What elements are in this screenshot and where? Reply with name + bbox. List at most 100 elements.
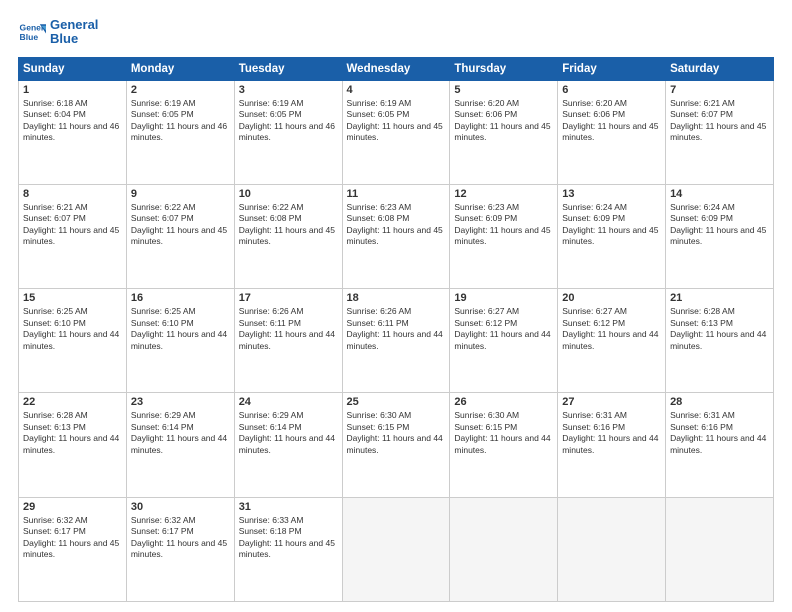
empty-cell bbox=[450, 497, 558, 601]
day-cell-18: 18 Sunrise: 6:26 AM Sunset: 6:11 PM Dayl… bbox=[342, 289, 450, 393]
day-number: 15 bbox=[23, 292, 122, 304]
day-info: Sunrise: 6:28 AM Sunset: 6:13 PM Dayligh… bbox=[23, 410, 122, 456]
header: General Blue General Blue bbox=[18, 18, 774, 47]
page: General Blue General Blue Sunday Monday … bbox=[0, 0, 792, 612]
day-number: 16 bbox=[131, 292, 230, 304]
day-cell-7: 7 Sunrise: 6:21 AM Sunset: 6:07 PM Dayli… bbox=[666, 80, 774, 184]
day-cell-24: 24 Sunrise: 6:29 AM Sunset: 6:14 PM Dayl… bbox=[234, 393, 342, 497]
day-number: 18 bbox=[347, 292, 446, 304]
day-cell-9: 9 Sunrise: 6:22 AM Sunset: 6:07 PM Dayli… bbox=[126, 184, 234, 288]
day-number: 10 bbox=[239, 188, 338, 200]
day-number: 31 bbox=[239, 501, 338, 513]
logo-icon: General Blue bbox=[18, 18, 46, 46]
calendar-row: 15 Sunrise: 6:25 AM Sunset: 6:10 PM Dayl… bbox=[19, 289, 774, 393]
day-cell-11: 11 Sunrise: 6:23 AM Sunset: 6:08 PM Dayl… bbox=[342, 184, 450, 288]
day-info: Sunrise: 6:23 AM Sunset: 6:08 PM Dayligh… bbox=[347, 202, 446, 248]
day-cell-2: 2 Sunrise: 6:19 AM Sunset: 6:05 PM Dayli… bbox=[126, 80, 234, 184]
day-info: Sunrise: 6:18 AM Sunset: 6:04 PM Dayligh… bbox=[23, 98, 122, 144]
day-number: 4 bbox=[347, 84, 446, 96]
day-info: Sunrise: 6:24 AM Sunset: 6:09 PM Dayligh… bbox=[670, 202, 769, 248]
day-info: Sunrise: 6:20 AM Sunset: 6:06 PM Dayligh… bbox=[454, 98, 553, 144]
day-info: Sunrise: 6:32 AM Sunset: 6:17 PM Dayligh… bbox=[131, 515, 230, 561]
empty-cell bbox=[342, 497, 450, 601]
day-number: 19 bbox=[454, 292, 553, 304]
day-cell-31: 31 Sunrise: 6:33 AM Sunset: 6:18 PM Dayl… bbox=[234, 497, 342, 601]
day-number: 30 bbox=[131, 501, 230, 513]
day-info: Sunrise: 6:19 AM Sunset: 6:05 PM Dayligh… bbox=[131, 98, 230, 144]
day-cell-14: 14 Sunrise: 6:24 AM Sunset: 6:09 PM Dayl… bbox=[666, 184, 774, 288]
day-info: Sunrise: 6:20 AM Sunset: 6:06 PM Dayligh… bbox=[562, 98, 661, 144]
day-info: Sunrise: 6:27 AM Sunset: 6:12 PM Dayligh… bbox=[562, 306, 661, 352]
day-cell-5: 5 Sunrise: 6:20 AM Sunset: 6:06 PM Dayli… bbox=[450, 80, 558, 184]
calendar-row: 8 Sunrise: 6:21 AM Sunset: 6:07 PM Dayli… bbox=[19, 184, 774, 288]
day-cell-17: 17 Sunrise: 6:26 AM Sunset: 6:11 PM Dayl… bbox=[234, 289, 342, 393]
day-cell-10: 10 Sunrise: 6:22 AM Sunset: 6:08 PM Dayl… bbox=[234, 184, 342, 288]
logo-text: General Blue bbox=[50, 18, 98, 47]
day-info: Sunrise: 6:26 AM Sunset: 6:11 PM Dayligh… bbox=[347, 306, 446, 352]
day-number: 22 bbox=[23, 396, 122, 408]
day-cell-29: 29 Sunrise: 6:32 AM Sunset: 6:17 PM Dayl… bbox=[19, 497, 127, 601]
day-info: Sunrise: 6:29 AM Sunset: 6:14 PM Dayligh… bbox=[239, 410, 338, 456]
day-number: 1 bbox=[23, 84, 122, 96]
day-cell-21: 21 Sunrise: 6:28 AM Sunset: 6:13 PM Dayl… bbox=[666, 289, 774, 393]
day-info: Sunrise: 6:21 AM Sunset: 6:07 PM Dayligh… bbox=[670, 98, 769, 144]
calendar-row: 29 Sunrise: 6:32 AM Sunset: 6:17 PM Dayl… bbox=[19, 497, 774, 601]
day-cell-20: 20 Sunrise: 6:27 AM Sunset: 6:12 PM Dayl… bbox=[558, 289, 666, 393]
day-cell-6: 6 Sunrise: 6:20 AM Sunset: 6:06 PM Dayli… bbox=[558, 80, 666, 184]
day-cell-25: 25 Sunrise: 6:30 AM Sunset: 6:15 PM Dayl… bbox=[342, 393, 450, 497]
day-number: 7 bbox=[670, 84, 769, 96]
day-info: Sunrise: 6:19 AM Sunset: 6:05 PM Dayligh… bbox=[347, 98, 446, 144]
day-number: 29 bbox=[23, 501, 122, 513]
day-number: 27 bbox=[562, 396, 661, 408]
day-number: 11 bbox=[347, 188, 446, 200]
day-number: 20 bbox=[562, 292, 661, 304]
day-number: 9 bbox=[131, 188, 230, 200]
col-sunday: Sunday bbox=[19, 57, 127, 80]
day-cell-23: 23 Sunrise: 6:29 AM Sunset: 6:14 PM Dayl… bbox=[126, 393, 234, 497]
day-cell-30: 30 Sunrise: 6:32 AM Sunset: 6:17 PM Dayl… bbox=[126, 497, 234, 601]
day-number: 26 bbox=[454, 396, 553, 408]
col-tuesday: Tuesday bbox=[234, 57, 342, 80]
col-wednesday: Wednesday bbox=[342, 57, 450, 80]
day-number: 8 bbox=[23, 188, 122, 200]
day-cell-8: 8 Sunrise: 6:21 AM Sunset: 6:07 PM Dayli… bbox=[19, 184, 127, 288]
day-cell-1: 1 Sunrise: 6:18 AM Sunset: 6:04 PM Dayli… bbox=[19, 80, 127, 184]
day-cell-13: 13 Sunrise: 6:24 AM Sunset: 6:09 PM Dayl… bbox=[558, 184, 666, 288]
day-number: 6 bbox=[562, 84, 661, 96]
day-number: 21 bbox=[670, 292, 769, 304]
day-info: Sunrise: 6:32 AM Sunset: 6:17 PM Dayligh… bbox=[23, 515, 122, 561]
day-cell-12: 12 Sunrise: 6:23 AM Sunset: 6:09 PM Dayl… bbox=[450, 184, 558, 288]
day-number: 24 bbox=[239, 396, 338, 408]
logo: General Blue General Blue bbox=[18, 18, 98, 47]
day-info: Sunrise: 6:30 AM Sunset: 6:15 PM Dayligh… bbox=[347, 410, 446, 456]
col-thursday: Thursday bbox=[450, 57, 558, 80]
day-info: Sunrise: 6:25 AM Sunset: 6:10 PM Dayligh… bbox=[23, 306, 122, 352]
col-friday: Friday bbox=[558, 57, 666, 80]
day-number: 13 bbox=[562, 188, 661, 200]
empty-cell bbox=[558, 497, 666, 601]
day-cell-16: 16 Sunrise: 6:25 AM Sunset: 6:10 PM Dayl… bbox=[126, 289, 234, 393]
calendar-row: 1 Sunrise: 6:18 AM Sunset: 6:04 PM Dayli… bbox=[19, 80, 774, 184]
day-number: 28 bbox=[670, 396, 769, 408]
day-cell-3: 3 Sunrise: 6:19 AM Sunset: 6:05 PM Dayli… bbox=[234, 80, 342, 184]
day-cell-4: 4 Sunrise: 6:19 AM Sunset: 6:05 PM Dayli… bbox=[342, 80, 450, 184]
day-info: Sunrise: 6:19 AM Sunset: 6:05 PM Dayligh… bbox=[239, 98, 338, 144]
day-cell-27: 27 Sunrise: 6:31 AM Sunset: 6:16 PM Dayl… bbox=[558, 393, 666, 497]
day-info: Sunrise: 6:26 AM Sunset: 6:11 PM Dayligh… bbox=[239, 306, 338, 352]
day-info: Sunrise: 6:29 AM Sunset: 6:14 PM Dayligh… bbox=[131, 410, 230, 456]
day-cell-26: 26 Sunrise: 6:30 AM Sunset: 6:15 PM Dayl… bbox=[450, 393, 558, 497]
day-info: Sunrise: 6:33 AM Sunset: 6:18 PM Dayligh… bbox=[239, 515, 338, 561]
day-info: Sunrise: 6:21 AM Sunset: 6:07 PM Dayligh… bbox=[23, 202, 122, 248]
empty-cell bbox=[666, 497, 774, 601]
day-cell-15: 15 Sunrise: 6:25 AM Sunset: 6:10 PM Dayl… bbox=[19, 289, 127, 393]
day-info: Sunrise: 6:31 AM Sunset: 6:16 PM Dayligh… bbox=[562, 410, 661, 456]
day-number: 12 bbox=[454, 188, 553, 200]
calendar-table: Sunday Monday Tuesday Wednesday Thursday… bbox=[18, 57, 774, 602]
day-number: 2 bbox=[131, 84, 230, 96]
day-number: 5 bbox=[454, 84, 553, 96]
day-number: 23 bbox=[131, 396, 230, 408]
col-saturday: Saturday bbox=[666, 57, 774, 80]
day-info: Sunrise: 6:31 AM Sunset: 6:16 PM Dayligh… bbox=[670, 410, 769, 456]
day-info: Sunrise: 6:22 AM Sunset: 6:08 PM Dayligh… bbox=[239, 202, 338, 248]
day-info: Sunrise: 6:24 AM Sunset: 6:09 PM Dayligh… bbox=[562, 202, 661, 248]
